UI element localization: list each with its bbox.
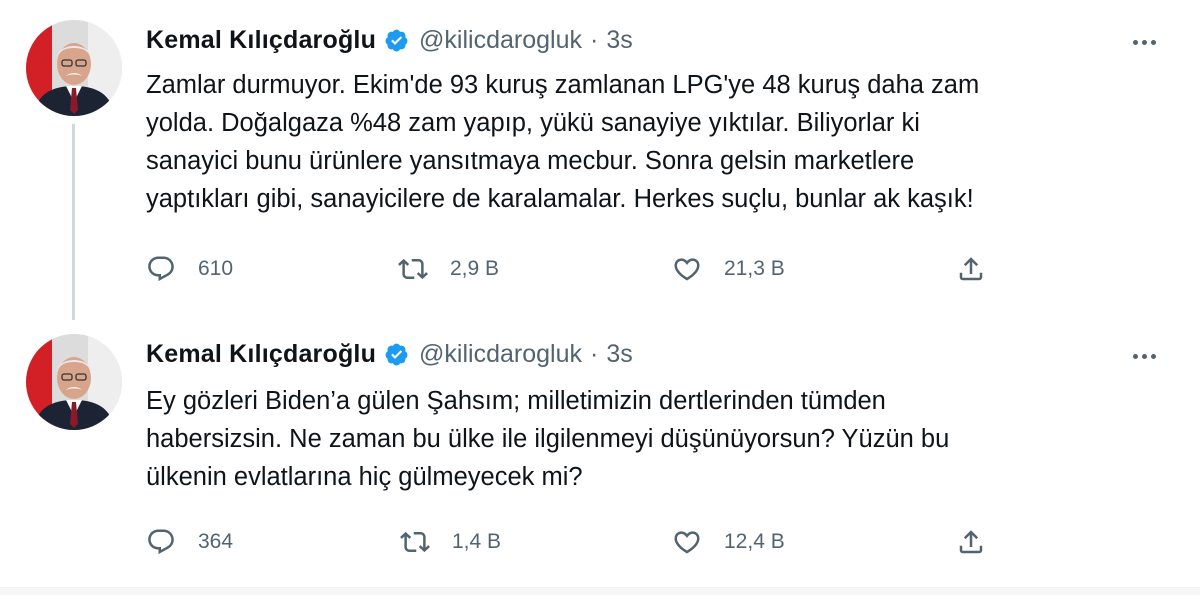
share-icon bbox=[959, 530, 983, 554]
like-count: 21,3 B bbox=[724, 257, 785, 280]
reply-count: 610 bbox=[198, 257, 234, 280]
thread-connector-line bbox=[72, 124, 75, 320]
tweet-header: Kemal Kılıçdaroğlu @kilicdarogluk · 3s bbox=[146, 336, 633, 372]
tweet-timestamp[interactable]: 3s bbox=[606, 340, 632, 369]
avatar-photo bbox=[26, 20, 122, 116]
author-handle[interactable]: @kilicdarogluk bbox=[419, 340, 582, 369]
share-icon bbox=[959, 257, 983, 281]
retweet-button[interactable]: 2,9 B bbox=[398, 251, 499, 287]
tweet-actions: 364 1,4 B 12,4 B bbox=[146, 524, 1006, 560]
tweet-text: Ey gözleri Biden’a gülen Şahsım; milleti… bbox=[146, 387, 950, 491]
tweet-timestamp[interactable]: 3s bbox=[606, 26, 632, 55]
like-icon bbox=[674, 258, 700, 281]
reply-count: 364 bbox=[198, 530, 234, 553]
header-separator: · bbox=[590, 25, 599, 54]
verified-badge-icon bbox=[384, 342, 409, 367]
author-avatar[interactable] bbox=[26, 334, 122, 430]
timeline-divider bbox=[0, 587, 1200, 595]
header-separator: · bbox=[590, 339, 599, 368]
retweet-count: 2,9 B bbox=[450, 257, 500, 280]
like-button[interactable]: 21,3 B bbox=[672, 251, 785, 287]
tweet-actions: 610 2,9 B 21,3 B bbox=[146, 251, 1006, 287]
tweet-2[interactable]: Kemal Kılıçdaroğlu @kilicdarogluk · 3s E… bbox=[0, 318, 1200, 595]
author-name[interactable]: Kemal Kılıçdaroğlu bbox=[146, 26, 376, 55]
author-handle[interactable]: @kilicdarogluk bbox=[419, 26, 582, 55]
share-button[interactable] bbox=[956, 251, 986, 287]
share-button[interactable] bbox=[956, 524, 986, 560]
author-avatar[interactable] bbox=[26, 20, 122, 116]
more-options-icon[interactable] bbox=[1124, 338, 1164, 374]
retweet-button[interactable]: 1,4 B bbox=[400, 524, 501, 560]
tweet-1[interactable]: Kemal Kılıçdaroğlu @kilicdarogluk · 3s Z… bbox=[0, 0, 1200, 320]
reply-icon bbox=[148, 529, 174, 555]
author-name[interactable]: Kemal Kılıçdaroğlu bbox=[146, 340, 376, 369]
tweet-header: Kemal Kılıçdaroğlu @kilicdarogluk · 3s bbox=[146, 22, 633, 58]
retweet-icon bbox=[398, 258, 428, 280]
reply-button[interactable]: 364 bbox=[146, 524, 233, 560]
tweet-text: Zamlar durmuyor. Ekim'de 93 kuruş zamlan… bbox=[146, 71, 980, 213]
retweet-count: 1,4 B bbox=[452, 530, 502, 553]
like-icon bbox=[674, 531, 700, 554]
more-options-icon[interactable] bbox=[1124, 24, 1164, 60]
like-count: 12,4 B bbox=[724, 530, 785, 553]
reply-icon bbox=[148, 256, 174, 282]
like-button[interactable]: 12,4 B bbox=[672, 524, 785, 560]
verified-badge-icon bbox=[384, 28, 409, 53]
avatar-photo bbox=[26, 334, 122, 430]
reply-button[interactable]: 610 bbox=[146, 251, 233, 287]
retweet-icon bbox=[400, 531, 430, 553]
